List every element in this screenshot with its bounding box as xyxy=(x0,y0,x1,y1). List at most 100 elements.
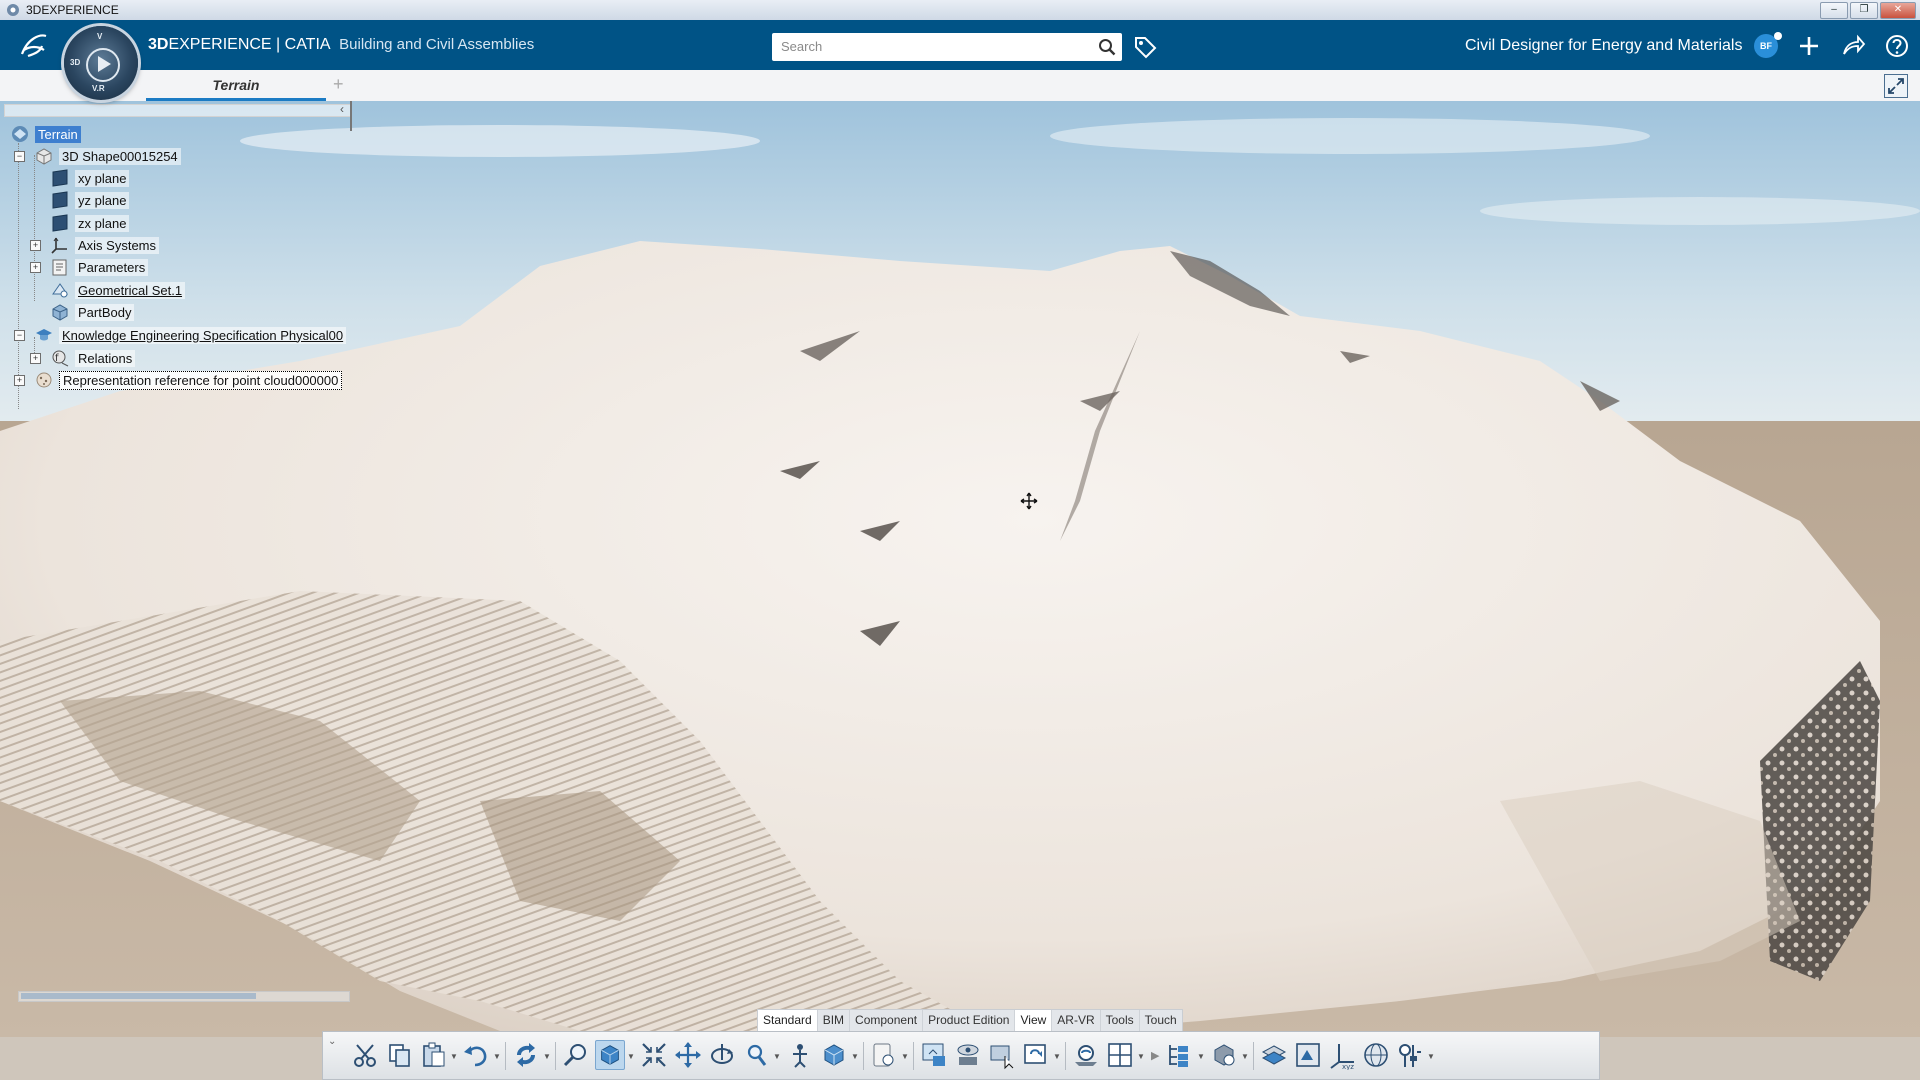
rotate-icon[interactable] xyxy=(707,1040,737,1070)
collapse-arrow-icon[interactable]: ‹ xyxy=(340,102,344,116)
share-icon[interactable] xyxy=(1840,33,1866,59)
tree-expand-icon[interactable] xyxy=(1165,1040,1195,1070)
section-tab-bim[interactable]: BIM xyxy=(818,1010,851,1032)
move-cursor-icon xyxy=(1020,492,1038,510)
update-dropdown-icon[interactable]: ▼ xyxy=(543,1052,551,1061)
expand-toggle[interactable]: + xyxy=(30,353,41,364)
axis-xyz-icon[interactable]: xyz xyxy=(1327,1040,1357,1070)
tree-item-terrain[interactable]: Terrain xyxy=(10,123,81,145)
maximize-icon[interactable] xyxy=(1884,74,1908,98)
role-label[interactable]: Civil Designer for Energy and Materials xyxy=(1465,37,1742,55)
pan-icon[interactable] xyxy=(673,1040,703,1070)
section-tab-ar-vr[interactable]: AR-VR xyxy=(1052,1010,1101,1032)
search-input[interactable] xyxy=(772,33,1090,59)
section-tab-standard[interactable]: Standard xyxy=(758,1010,818,1032)
render-style-dropdown-icon[interactable]: ▼ xyxy=(901,1052,909,1061)
expand-toggle[interactable]: + xyxy=(14,375,25,386)
compass-icon[interactable]: V 3D V.R xyxy=(64,26,138,100)
plane-icon xyxy=(52,169,68,187)
expand-toggle[interactable]: + xyxy=(30,240,41,251)
zoom-icon[interactable] xyxy=(741,1040,771,1070)
tools-dropdown-icon[interactable]: ▼ xyxy=(1427,1052,1435,1061)
update-icon[interactable] xyxy=(511,1040,541,1070)
3d-shape-icon xyxy=(36,148,52,165)
minimize-button[interactable]: – xyxy=(1820,2,1848,19)
cut-icon[interactable] xyxy=(351,1040,381,1070)
multi-view-icon[interactable] xyxy=(1105,1040,1135,1070)
help-icon[interactable] xyxy=(1884,33,1910,59)
globe-icon[interactable] xyxy=(1361,1040,1391,1070)
tree-connector xyxy=(34,155,35,301)
product-icon xyxy=(12,126,28,142)
fit-all-icon[interactable] xyxy=(639,1040,669,1070)
tree-item-point-cloud-reference[interactable]: + Representation reference for point clo… xyxy=(10,369,343,391)
capture-icon[interactable] xyxy=(1293,1040,1323,1070)
settings-tools-icon[interactable] xyxy=(1395,1040,1425,1070)
ground-dropdown-icon[interactable]: ▼ xyxy=(1241,1052,1249,1061)
tree-label: Axis Systems xyxy=(75,236,160,254)
paste-icon[interactable] xyxy=(419,1040,449,1070)
section-tab-touch[interactable]: Touch xyxy=(1140,1010,1182,1032)
restore-button[interactable]: ❐ xyxy=(1850,2,1878,19)
section-tab-component[interactable]: Component xyxy=(850,1010,924,1032)
expand-toggle[interactable]: + xyxy=(30,262,41,273)
toolbar-separator xyxy=(1253,1042,1254,1070)
tree-item-partbody[interactable]: PartBody xyxy=(50,301,135,323)
render-style-icon[interactable] xyxy=(869,1040,899,1070)
copy-icon[interactable] xyxy=(385,1040,415,1070)
play-icon[interactable] xyxy=(86,48,120,82)
hide-show-icon[interactable] xyxy=(919,1040,949,1070)
tree-item-geometrical-set[interactable]: Geometrical Set.1 xyxy=(50,279,186,301)
undo-icon[interactable] xyxy=(461,1040,491,1070)
tree-item-parameters[interactable]: + Parameters xyxy=(26,256,149,278)
avatar[interactable]: BF xyxy=(1754,32,1782,58)
action-bar-handle-icon[interactable]: ⌄ xyxy=(328,1036,336,1047)
clipping-icon[interactable] xyxy=(1259,1040,1289,1070)
lighting-dropdown-icon[interactable]: ▼ xyxy=(1053,1052,1061,1061)
ds-logo-icon[interactable] xyxy=(14,28,54,62)
normal-view-icon[interactable] xyxy=(819,1040,849,1070)
tree-item-relations[interactable]: + f Relations xyxy=(26,347,136,369)
view-dropdown-icon[interactable]: ▼ xyxy=(627,1052,635,1061)
tag-icon[interactable] xyxy=(1132,34,1158,60)
close-button[interactable]: ✕ xyxy=(1880,2,1916,19)
collapse-toggle[interactable]: − xyxy=(14,151,25,162)
compass-label-3d: 3D xyxy=(70,58,81,67)
toolbar-separator xyxy=(555,1042,556,1070)
add-icon[interactable] xyxy=(1796,33,1822,59)
zoom-dropdown-icon[interactable]: ▼ xyxy=(773,1052,781,1061)
tree-item-axis-systems[interactable]: + Axis Systems xyxy=(26,234,160,256)
fly-icon[interactable] xyxy=(785,1040,815,1070)
notification-dot xyxy=(1774,32,1782,40)
tree-collapse-bar[interactable]: ‹ xyxy=(4,101,352,131)
search-icon[interactable] xyxy=(1098,38,1116,56)
zoom-area-icon[interactable] xyxy=(561,1040,591,1070)
section-tab-product-edition[interactable]: Product Edition xyxy=(923,1010,1016,1032)
tab-terrain[interactable]: Terrain xyxy=(146,70,326,101)
tree-item-3d-shape[interactable]: − 3D Shape00015254 xyxy=(10,145,181,167)
tree-item-yz-plane[interactable]: yz plane xyxy=(50,189,130,211)
tree-dropdown-icon[interactable]: ▼ xyxy=(1197,1052,1205,1061)
isometric-view-icon[interactable] xyxy=(595,1040,625,1070)
relations-icon: f xyxy=(52,350,69,367)
add-tab-button[interactable]: + xyxy=(333,74,344,95)
swap-visible-icon[interactable] xyxy=(953,1040,983,1070)
ambience-icon[interactable] xyxy=(1071,1040,1101,1070)
section-tab-view[interactable]: View xyxy=(1015,1010,1053,1032)
tree-horizontal-scrollbar[interactable] xyxy=(18,991,350,1002)
lighting-icon[interactable] xyxy=(1021,1040,1051,1070)
view-mode-dropdown-icon[interactable]: ▼ xyxy=(851,1052,859,1061)
quick-view-icon[interactable] xyxy=(987,1040,1017,1070)
ground-icon[interactable] xyxy=(1209,1040,1239,1070)
multi-view-dropdown-icon[interactable]: ▼ xyxy=(1137,1052,1145,1061)
tree-item-zx-plane[interactable]: zx plane xyxy=(50,212,130,234)
section-tab-tools[interactable]: Tools xyxy=(1101,1010,1140,1032)
scrollbar-thumb[interactable] xyxy=(21,993,256,999)
toolbar-overflow-icon[interactable]: ▶ xyxy=(1151,1049,1159,1062)
paste-dropdown-icon[interactable]: ▼ xyxy=(450,1052,458,1061)
collapse-toggle[interactable]: − xyxy=(14,330,25,341)
tree-item-xy-plane[interactable]: xy plane xyxy=(50,167,130,189)
tree-item-knowledge-spec[interactable]: − Knowledge Engineering Specification Ph… xyxy=(10,324,347,346)
undo-dropdown-icon[interactable]: ▼ xyxy=(493,1052,501,1061)
tree-divider[interactable] xyxy=(350,101,352,131)
